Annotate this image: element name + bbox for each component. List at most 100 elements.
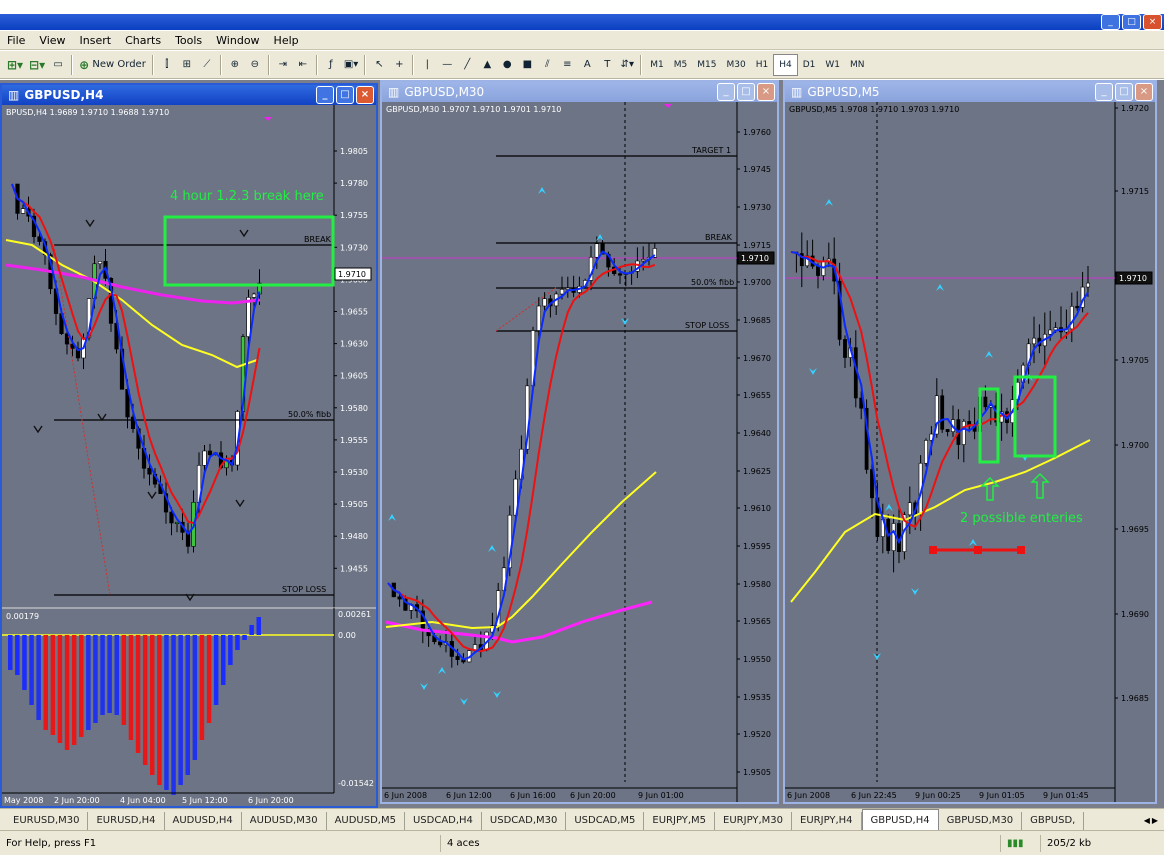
chart-shift-icon[interactable]: ⇤: [293, 54, 313, 76]
histogram-bar: [178, 635, 183, 785]
chart-tab[interactable]: EURJPY,M5: [644, 812, 716, 830]
candle: [97, 261, 103, 265]
menu-charts[interactable]: Charts: [118, 34, 168, 47]
timeframe-d1[interactable]: D1: [798, 54, 821, 76]
maximize-icon[interactable]: □: [1122, 14, 1141, 30]
menu-file[interactable]: File: [0, 34, 32, 47]
fibb-label: 50.0% fibb: [691, 278, 734, 287]
fibonacci-levels-icon[interactable]: ≡: [557, 54, 577, 76]
candle: [843, 339, 847, 358]
chart-window-h4[interactable]: ▥ GBPUSD,H4 _ □ × BPUSD,H4 1.9689 1.9710 1.…: [0, 83, 378, 808]
zoom-out-icon[interactable]: ⊖: [245, 54, 265, 76]
timeframe-h4[interactable]: H4: [773, 53, 798, 76]
chart-tab[interactable]: AUDUSD,H4: [165, 812, 242, 830]
chart-window-title[interactable]: ▥ GBPUSD,M30 _ □ ×: [382, 82, 777, 102]
chart-tab[interactable]: AUDUSD,M5: [327, 812, 405, 830]
zoom-in-icon[interactable]: ⊕: [225, 54, 245, 76]
minimize-icon[interactable]: _: [1101, 14, 1120, 30]
trendline-icon[interactable]: ╱: [457, 54, 477, 76]
close-icon[interactable]: ×: [1135, 83, 1153, 101]
autoscroll-icon[interactable]: ⇥: [273, 54, 293, 76]
chart-window-m30[interactable]: ▥ GBPUSD,M30 _ □ × GBPUSD,M30 1.9707 1.9710…: [380, 80, 779, 804]
indicator-tick: 0.00: [338, 631, 356, 640]
horizontal-line-icon[interactable]: —: [437, 54, 457, 76]
chart-canvas[interactable]: BPUSD,H4 1.9689 1.9710 1.9688 1.9710 1.98…: [2, 105, 376, 806]
timeframe-m1[interactable]: M1: [645, 54, 669, 76]
window-title-text: GBPUSD,M5: [807, 85, 880, 99]
candle: [1075, 306, 1080, 309]
time-tick-label: 6 Jun 2008: [787, 791, 830, 800]
price-tick-label: 1.9520: [743, 730, 771, 739]
maximize-icon[interactable]: □: [737, 83, 755, 101]
chart-tab[interactable]: USDCAD,M30: [482, 812, 567, 830]
menu-insert[interactable]: Insert: [73, 34, 119, 47]
histogram-bar: [64, 635, 70, 750]
maximize-icon[interactable]: □: [336, 86, 354, 104]
chart-tab[interactable]: EURJPY,M30: [715, 812, 793, 830]
chart-tab[interactable]: EURJPY,H4: [792, 812, 862, 830]
tab-right-icon[interactable]: ▶: [1152, 812, 1158, 830]
chart-tab[interactable]: AUDUSD,M30: [242, 812, 327, 830]
histogram-bar: [50, 635, 56, 735]
chart-tab[interactable]: GBPUSD,M30: [939, 812, 1023, 830]
navigator-icon[interactable]: ▭: [48, 54, 68, 76]
chart-tab[interactable]: USDCAD,M5: [566, 812, 645, 830]
minimize-icon[interactable]: _: [316, 86, 334, 104]
histogram-bar: [135, 635, 141, 753]
menu-view[interactable]: View: [32, 34, 72, 47]
timeframe-m5[interactable]: M5: [669, 54, 693, 76]
price-tick-label: 1.9720: [1121, 104, 1149, 113]
price-tick-label: 1.9455: [340, 564, 368, 573]
tab-left-icon[interactable]: ◀: [1144, 812, 1150, 830]
arrows-icon[interactable]: ⇵▾: [617, 54, 637, 76]
histogram-bar: [8, 635, 13, 670]
vertical-line-icon[interactable]: |: [417, 54, 437, 76]
new-chart-icon[interactable]: ⊞▾: [4, 54, 26, 76]
candle-chart-icon[interactable]: ⊞: [177, 54, 197, 76]
minimize-icon[interactable]: _: [1095, 83, 1113, 101]
menu-window[interactable]: Window: [209, 34, 266, 47]
menu-tools[interactable]: Tools: [168, 34, 209, 47]
histogram-bar: [114, 635, 119, 715]
red-marker-dot: [974, 546, 982, 554]
time-tick-label: 6 Jun 20:00: [570, 791, 616, 800]
timeframe-m15[interactable]: M15: [692, 54, 721, 76]
timeframe-mn[interactable]: MN: [845, 54, 870, 76]
histogram-bar: [221, 635, 226, 685]
rectangle-icon[interactable]: ■: [517, 54, 537, 76]
new-order-button[interactable]: ⊕ New Order: [76, 54, 149, 76]
fibonacci-icon[interactable]: ⫽: [537, 54, 557, 76]
chart-tab[interactable]: USDCAD,H4: [405, 812, 482, 830]
chart-window-m5[interactable]: ▥ GBPUSD,M5 _ □ × GBPUSD,M5 1.9708 1.9710 1…: [783, 80, 1157, 804]
line-chart-icon[interactable]: ⟋: [197, 54, 217, 76]
close-icon[interactable]: ×: [757, 83, 775, 101]
bar-chart-icon[interactable]: ⫿: [157, 54, 177, 76]
text-tool-icon[interactable]: A: [577, 54, 597, 76]
chart-window-title[interactable]: ▥ GBPUSD,M5 _ □ ×: [785, 82, 1155, 102]
menu-help[interactable]: Help: [267, 34, 306, 47]
triangle-icon[interactable]: ▲: [477, 54, 497, 76]
chart-tab[interactable]: EURUSD,H4: [88, 812, 165, 830]
timeframe-h1[interactable]: H1: [751, 54, 774, 76]
cursor-icon[interactable]: ↖: [369, 54, 389, 76]
close-icon[interactable]: ×: [1143, 14, 1162, 30]
indicators-icon[interactable]: ƒ: [321, 54, 341, 76]
chart-window-title[interactable]: ▥ GBPUSD,H4 _ □ ×: [2, 85, 376, 105]
periods-icon[interactable]: ▣▾: [341, 54, 361, 76]
maximize-icon[interactable]: □: [1115, 83, 1133, 101]
price-tick-label: 1.9755: [340, 211, 368, 220]
chart-canvas[interactable]: GBPUSD,M5 1.9708 1.9710 1.9703 1.9710 1.9…: [785, 102, 1155, 802]
timeframe-m30[interactable]: M30: [722, 54, 751, 76]
timeframe-w1[interactable]: W1: [820, 54, 845, 76]
chart-tab[interactable]: EURUSD,M30: [5, 812, 89, 830]
chart-tab[interactable]: GBPUSD,H4: [861, 809, 939, 830]
crosshair-icon[interactable]: +: [389, 54, 409, 76]
ellipse-icon[interactable]: ●: [497, 54, 517, 76]
chart-tab[interactable]: GBPUSD,: [1022, 812, 1085, 830]
text-label-icon[interactable]: T: [597, 54, 617, 76]
candle: [1032, 337, 1036, 345]
minimize-icon[interactable]: _: [717, 83, 735, 101]
close-icon[interactable]: ×: [356, 86, 374, 104]
profiles-icon[interactable]: ⊟▾: [26, 54, 48, 76]
chart-canvas[interactable]: GBPUSD,M30 1.9707 1.9710 1.9701 1.9710 1.…: [382, 102, 777, 802]
